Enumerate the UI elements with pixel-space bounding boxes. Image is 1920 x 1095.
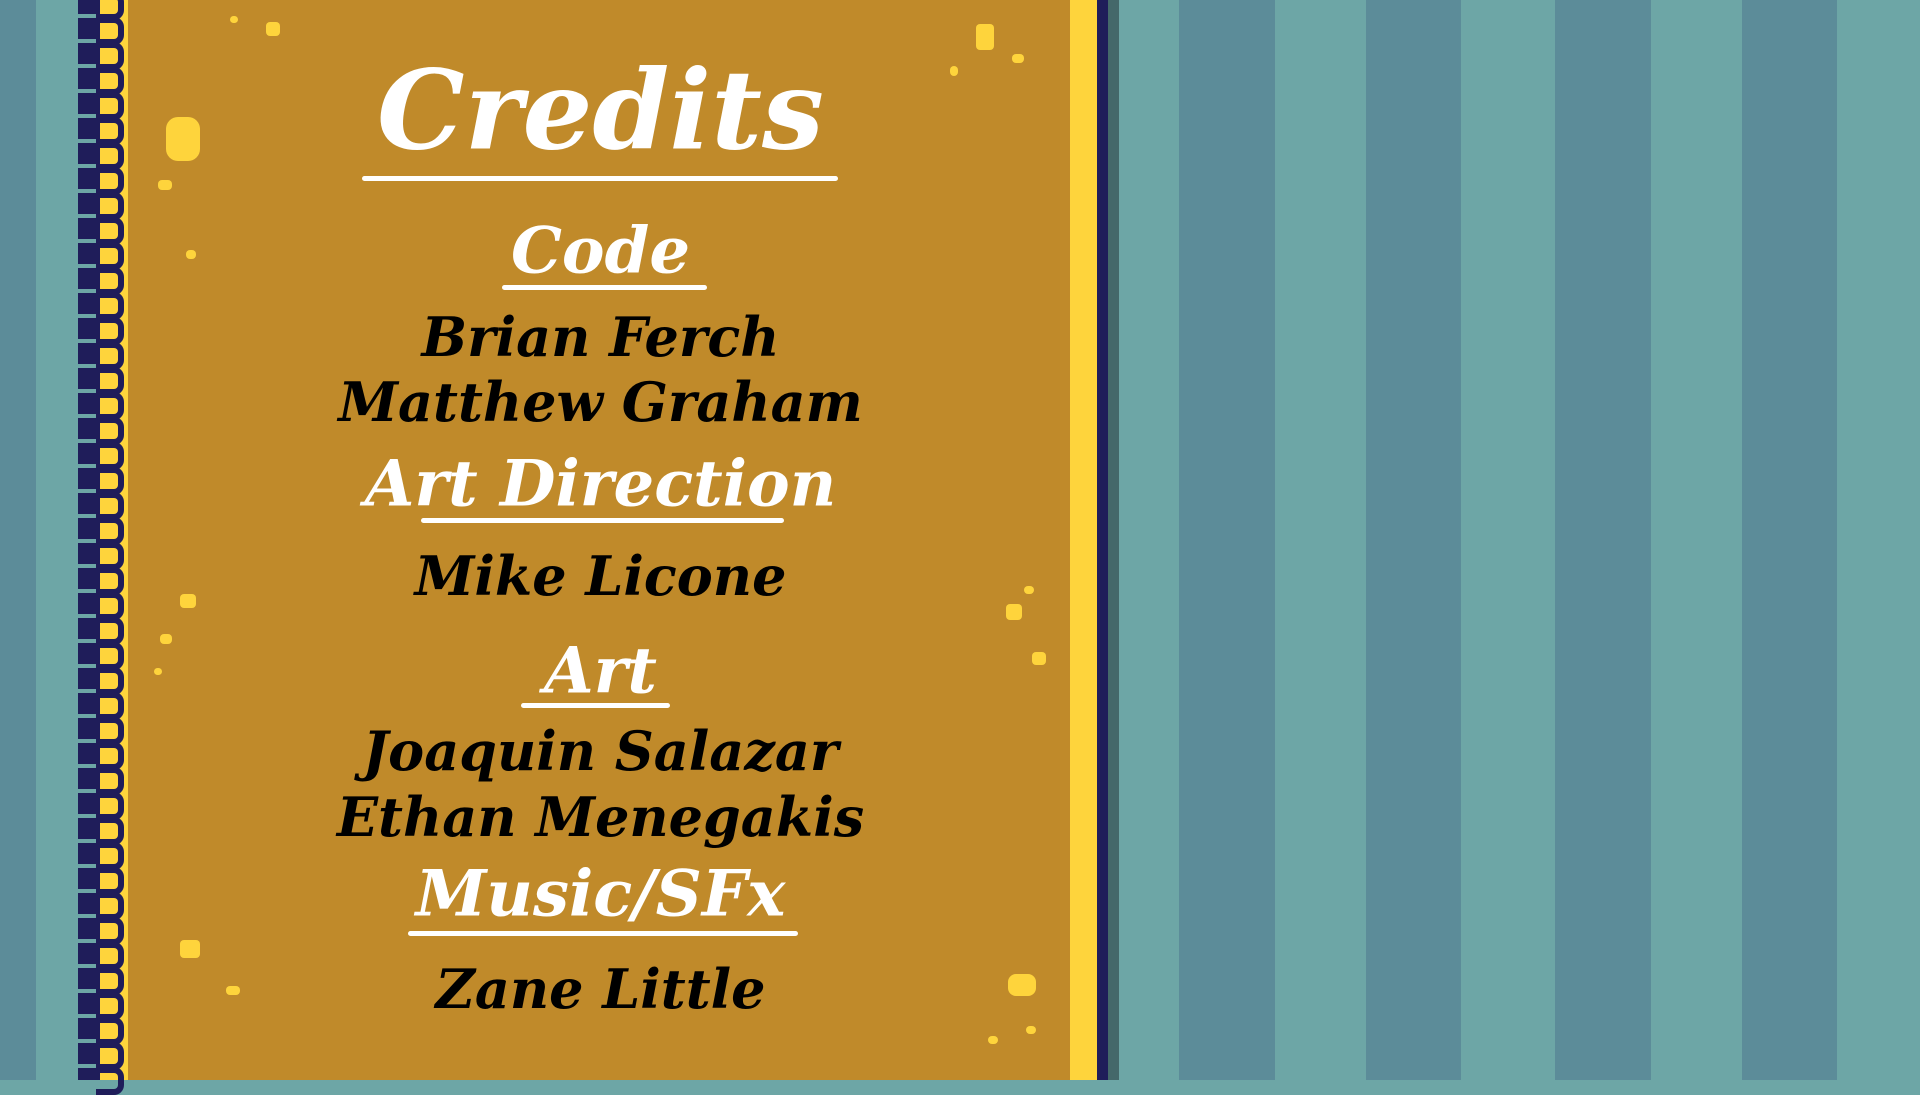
- credit-name: Matthew Graham: [338, 370, 863, 434]
- binding-ring: [96, 142, 124, 170]
- binding-ring: [96, 192, 124, 220]
- binding-ring: [96, 867, 124, 895]
- binding-ring: [96, 17, 124, 45]
- binding-ring: [96, 642, 124, 670]
- binding-ring: [96, 392, 124, 420]
- binding-ring: [96, 417, 124, 445]
- binding-ring: [96, 167, 124, 195]
- binding-ring: [96, 767, 124, 795]
- binding-ring: [96, 217, 124, 245]
- credits-title: Credits: [377, 45, 824, 175]
- binding-ring: [96, 592, 124, 620]
- section-heading-art: Art: [544, 633, 657, 709]
- credit-name: Ethan Menegakis: [336, 785, 865, 849]
- binding-ring: [96, 617, 124, 645]
- section-heading-art-direction: Art Direction: [364, 446, 837, 522]
- binding-ring: [96, 1042, 124, 1070]
- binding-ring: [96, 967, 124, 995]
- binding-ring: [96, 742, 124, 770]
- art-direction-underline: [421, 518, 784, 523]
- binding-ring: [96, 1067, 124, 1095]
- binding-ring: [96, 667, 124, 695]
- binding-ring: [96, 942, 124, 970]
- binding-ring: [96, 117, 124, 145]
- code-underline: [502, 285, 707, 290]
- credit-name: Joaquin Salazar: [362, 719, 839, 783]
- binding-ring: [96, 292, 124, 320]
- binding-ring: [96, 917, 124, 945]
- binding-ring: [96, 1017, 124, 1045]
- binding-ring: [96, 242, 124, 270]
- binding-ring: [96, 817, 124, 845]
- binding-ring: [96, 492, 124, 520]
- credit-name: Brian Ferch: [421, 305, 780, 369]
- panel-shadow: [1108, 0, 1119, 1080]
- title-underline: [362, 176, 838, 181]
- binding-ring: [96, 367, 124, 395]
- section-heading-music-sfx: Music/SFx: [415, 856, 786, 932]
- panel-right-edge: [1070, 0, 1098, 1080]
- binding-ring: [96, 692, 124, 720]
- binding-ring: [96, 842, 124, 870]
- music-underline: [408, 931, 798, 936]
- binding-ring: [96, 342, 124, 370]
- binding-ring: [96, 792, 124, 820]
- binding-ring: [96, 517, 124, 545]
- binding-ring: [96, 892, 124, 920]
- binding-ring: [96, 267, 124, 295]
- binding-ring: [96, 542, 124, 570]
- art-underline: [521, 703, 670, 708]
- binding-ring: [96, 317, 124, 345]
- binding-ring: [96, 442, 124, 470]
- binding-ring: [96, 92, 124, 120]
- credit-name: Zane Little: [435, 957, 766, 1021]
- section-heading-code: Code: [510, 213, 691, 289]
- credit-name: Mike Licone: [414, 544, 787, 608]
- panel-border: [1097, 0, 1108, 1080]
- binding-ring: [96, 717, 124, 745]
- binding-ring: [96, 42, 124, 70]
- binding-ring: [96, 67, 124, 95]
- binding-ring: [96, 567, 124, 595]
- binding-ring: [96, 992, 124, 1020]
- binding-ring: [96, 467, 124, 495]
